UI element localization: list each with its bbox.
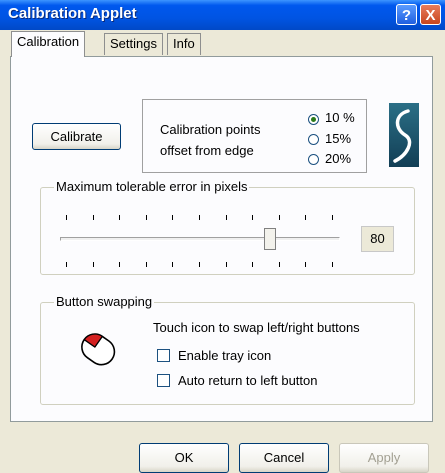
enable-tray-checkbox[interactable] <box>157 349 170 362</box>
mouse-icon[interactable] <box>66 326 128 376</box>
error-group-label: Maximum tolerable error in pixels <box>54 179 250 194</box>
window-title: Calibration Applet <box>8 5 137 22</box>
slider-tick <box>66 262 67 267</box>
slider-tick <box>93 215 94 220</box>
close-icon: X <box>425 7 436 24</box>
slider-tick <box>332 262 333 267</box>
offset-10-radio[interactable] <box>308 114 319 125</box>
title-bar[interactable]: Calibration Applet ? X <box>0 0 445 30</box>
dialog-window: Calibration Applet ? X Calibration Setti… <box>0 0 445 473</box>
slider-tick <box>199 262 200 267</box>
tab-calibration[interactable]: Calibration <box>11 31 86 57</box>
slider-tick <box>279 262 280 267</box>
offset-15-radio[interactable] <box>308 134 319 145</box>
slider-tick <box>66 215 67 220</box>
slider-tick <box>226 215 227 220</box>
close-button[interactable]: X <box>420 4 441 25</box>
tab-info[interactable]: Info <box>167 33 201 55</box>
help-icon: ? <box>401 7 412 24</box>
slider-tick <box>199 215 200 220</box>
swap-group-label: Button swapping <box>54 294 155 309</box>
offset-label-line1: Calibration points <box>160 122 261 137</box>
slider-tick <box>332 215 333 220</box>
cancel-button[interactable]: Cancel <box>239 443 329 473</box>
brand-logo-icon <box>389 103 419 167</box>
offset-10-label: 10 % <box>325 110 355 125</box>
slider-tick <box>93 262 94 267</box>
error-group <box>40 187 415 275</box>
offset-label-line2: offset from edge <box>160 143 254 158</box>
offset-15-label: 15% <box>325 131 352 146</box>
slider-thumb[interactable] <box>264 228 276 250</box>
ok-button[interactable]: OK <box>139 443 229 473</box>
help-button[interactable]: ? <box>396 4 417 25</box>
error-value: 80 <box>361 226 394 252</box>
slider-tick <box>252 262 253 267</box>
offset-20-label: 20% <box>325 151 352 166</box>
slider-tick <box>252 215 253 220</box>
slider-tick <box>172 215 173 220</box>
apply-button[interactable]: Apply <box>339 443 429 473</box>
slider-tick <box>172 262 173 267</box>
slider-tick <box>226 262 227 267</box>
slider-tick <box>146 262 147 267</box>
offset-20-radio[interactable] <box>308 154 319 165</box>
slider-tick <box>279 215 280 220</box>
slider-tick <box>305 262 306 267</box>
slider-tick <box>305 215 306 220</box>
slider-track[interactable] <box>60 237 340 241</box>
swap-instruction: Touch icon to swap left/right buttons <box>153 320 360 335</box>
selected-dot <box>311 117 316 122</box>
enable-tray-label: Enable tray icon <box>178 348 272 363</box>
auto-return-label: Auto return to left button <box>178 373 318 388</box>
slider-tick <box>119 262 120 267</box>
calibrate-button[interactable]: Calibrate <box>32 123 121 150</box>
slider-tick <box>119 215 120 220</box>
auto-return-checkbox[interactable] <box>157 374 170 387</box>
slider-tick <box>146 215 147 220</box>
tab-settings[interactable]: Settings <box>104 33 163 55</box>
